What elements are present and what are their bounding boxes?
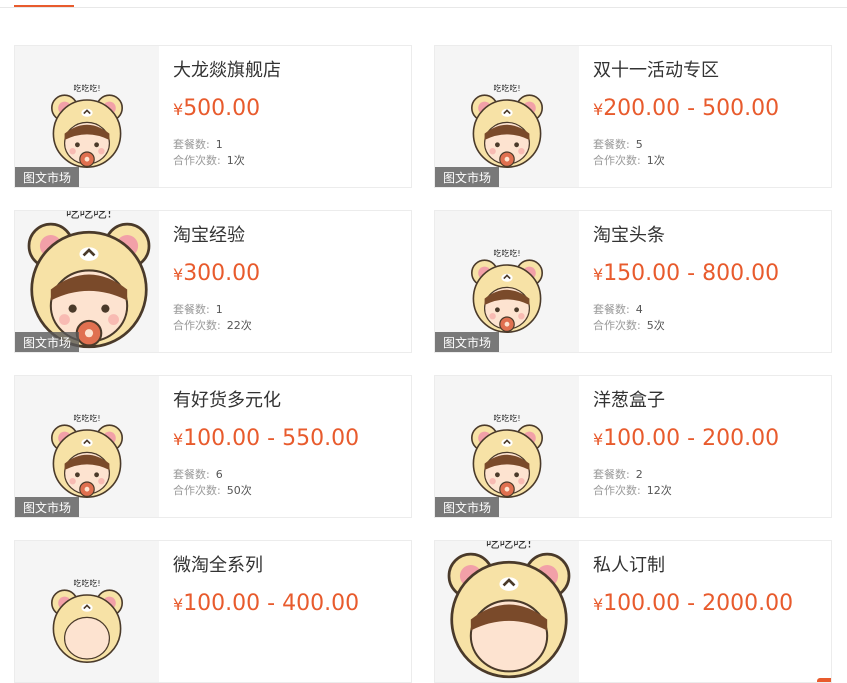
bear-girl-image: 吃吃吃! (447, 541, 571, 679)
cooperation-count: 合作次数: 12次 (593, 484, 672, 497)
product-name[interactable]: 私人订制 (593, 551, 665, 577)
svg-text:吃吃吃!: 吃吃吃! (493, 248, 520, 258)
product-card[interactable]: 吃吃吃! 微淘全系列 ¥100.00 - 400.00 (14, 540, 412, 683)
product-price: ¥100.00 - 550.00 (173, 426, 360, 451)
active-tab-indicator (14, 5, 74, 7)
svg-text:吃吃吃!: 吃吃吃! (66, 211, 112, 221)
svg-text:吃吃吃!: 吃吃吃! (73, 413, 100, 423)
bear-girl-image: 吃吃吃! (50, 83, 123, 168)
product-thumbnail[interactable]: 吃吃吃! 图文市场 (15, 46, 159, 187)
category-tag: 图文市场 (435, 332, 500, 352)
product-name[interactable]: 淘宝经验 (173, 221, 245, 247)
bear-girl-image: 吃吃吃! (471, 83, 543, 168)
svg-text:吃吃吃!: 吃吃吃! (493, 83, 520, 93)
product-card[interactable]: 吃吃吃! 图文市场 洋葱盒子 ¥100.00 - 200.00 套餐数: 2 合… (434, 375, 832, 518)
product-name[interactable]: 有好货多元化 (173, 386, 281, 412)
product-card[interactable]: 吃吃吃! 图文市场 有好货多元化 ¥100.00 - 550.00 套餐数: 6… (14, 375, 412, 518)
product-thumbnail[interactable]: 吃吃吃! 图文市场 (15, 376, 159, 517)
category-tag: 图文市场 (435, 167, 500, 187)
cooperation-count: 合作次数: 22次 (173, 319, 252, 332)
category-tag: 图文市场 (15, 332, 80, 352)
product-card[interactable]: 吃吃吃! 私人订制 ¥100.00 - 2000.00 (434, 540, 832, 683)
product-price: ¥100.00 - 2000.00 (593, 591, 794, 616)
product-name[interactable]: 大龙燚旗舰店 (173, 56, 281, 82)
category-tag: 图文市场 (435, 497, 500, 517)
product-thumbnail[interactable]: 吃吃吃! 图文市场 (435, 211, 579, 352)
product-price: ¥100.00 - 400.00 (173, 591, 360, 616)
product-thumbnail[interactable]: 吃吃吃! (15, 541, 159, 682)
cooperation-count: 合作次数: 1次 (173, 154, 245, 167)
product-price: ¥100.00 - 200.00 (593, 426, 780, 451)
product-card[interactable]: 吃吃吃! 图文市场 大龙燚旗舰店 ¥500.00 套餐数: 1 合作次数: 1次 (14, 45, 412, 188)
product-name[interactable]: 双十一活动专区 (593, 56, 719, 82)
combo-count: 套餐数: 6 (173, 468, 223, 481)
combo-count: 套餐数: 2 (593, 468, 643, 481)
bear-girl-image: 吃吃吃! (50, 578, 123, 663)
product-thumbnail[interactable]: 吃吃吃! 图文市场 (15, 211, 159, 352)
corner-accent (817, 678, 831, 682)
combo-count: 套餐数: 1 (173, 303, 223, 316)
product-card[interactable]: 吃吃吃! 图文市场 双十一活动专区 ¥200.00 - 500.00 套餐数: … (434, 45, 832, 188)
product-price: ¥500.00 (173, 96, 261, 121)
product-thumbnail[interactable]: 吃吃吃! 图文市场 (435, 46, 579, 187)
product-card[interactable]: 吃吃吃! 图文市场 淘宝经验 ¥300.00 套餐数: 1 合作次数: 22次 (14, 210, 412, 353)
cooperation-count: 合作次数: 50次 (173, 484, 252, 497)
bear-girl-image: 吃吃吃! (50, 413, 123, 498)
product-price: ¥200.00 - 500.00 (593, 96, 780, 121)
svg-text:吃吃吃!: 吃吃吃! (486, 541, 532, 551)
cooperation-count: 合作次数: 5次 (593, 319, 665, 332)
category-tag: 图文市场 (15, 497, 80, 517)
product-price: ¥300.00 (173, 261, 261, 286)
bear-girl-image: 吃吃吃! (471, 248, 543, 333)
product-thumbnail[interactable]: 吃吃吃! (435, 541, 579, 682)
product-price: ¥150.00 - 800.00 (593, 261, 780, 286)
product-name[interactable]: 微淘全系列 (173, 551, 263, 577)
bear-girl-image: 吃吃吃! (471, 413, 543, 498)
product-thumbnail[interactable]: 吃吃吃! 图文市场 (435, 376, 579, 517)
combo-count: 套餐数: 1 (173, 138, 223, 151)
product-name[interactable]: 洋葱盒子 (593, 386, 665, 412)
combo-count: 套餐数: 5 (593, 138, 643, 151)
cooperation-count: 合作次数: 1次 (593, 154, 665, 167)
svg-text:吃吃吃!: 吃吃吃! (493, 413, 520, 423)
product-card[interactable]: 吃吃吃! 图文市场 淘宝头条 ¥150.00 - 800.00 套餐数: 4 合… (434, 210, 832, 353)
tab-bar-divider (0, 7, 847, 8)
combo-count: 套餐数: 4 (593, 303, 643, 316)
svg-text:吃吃吃!: 吃吃吃! (73, 578, 100, 588)
product-name[interactable]: 淘宝头条 (593, 221, 665, 247)
category-tag: 图文市场 (15, 167, 80, 187)
svg-text:吃吃吃!: 吃吃吃! (73, 83, 100, 93)
